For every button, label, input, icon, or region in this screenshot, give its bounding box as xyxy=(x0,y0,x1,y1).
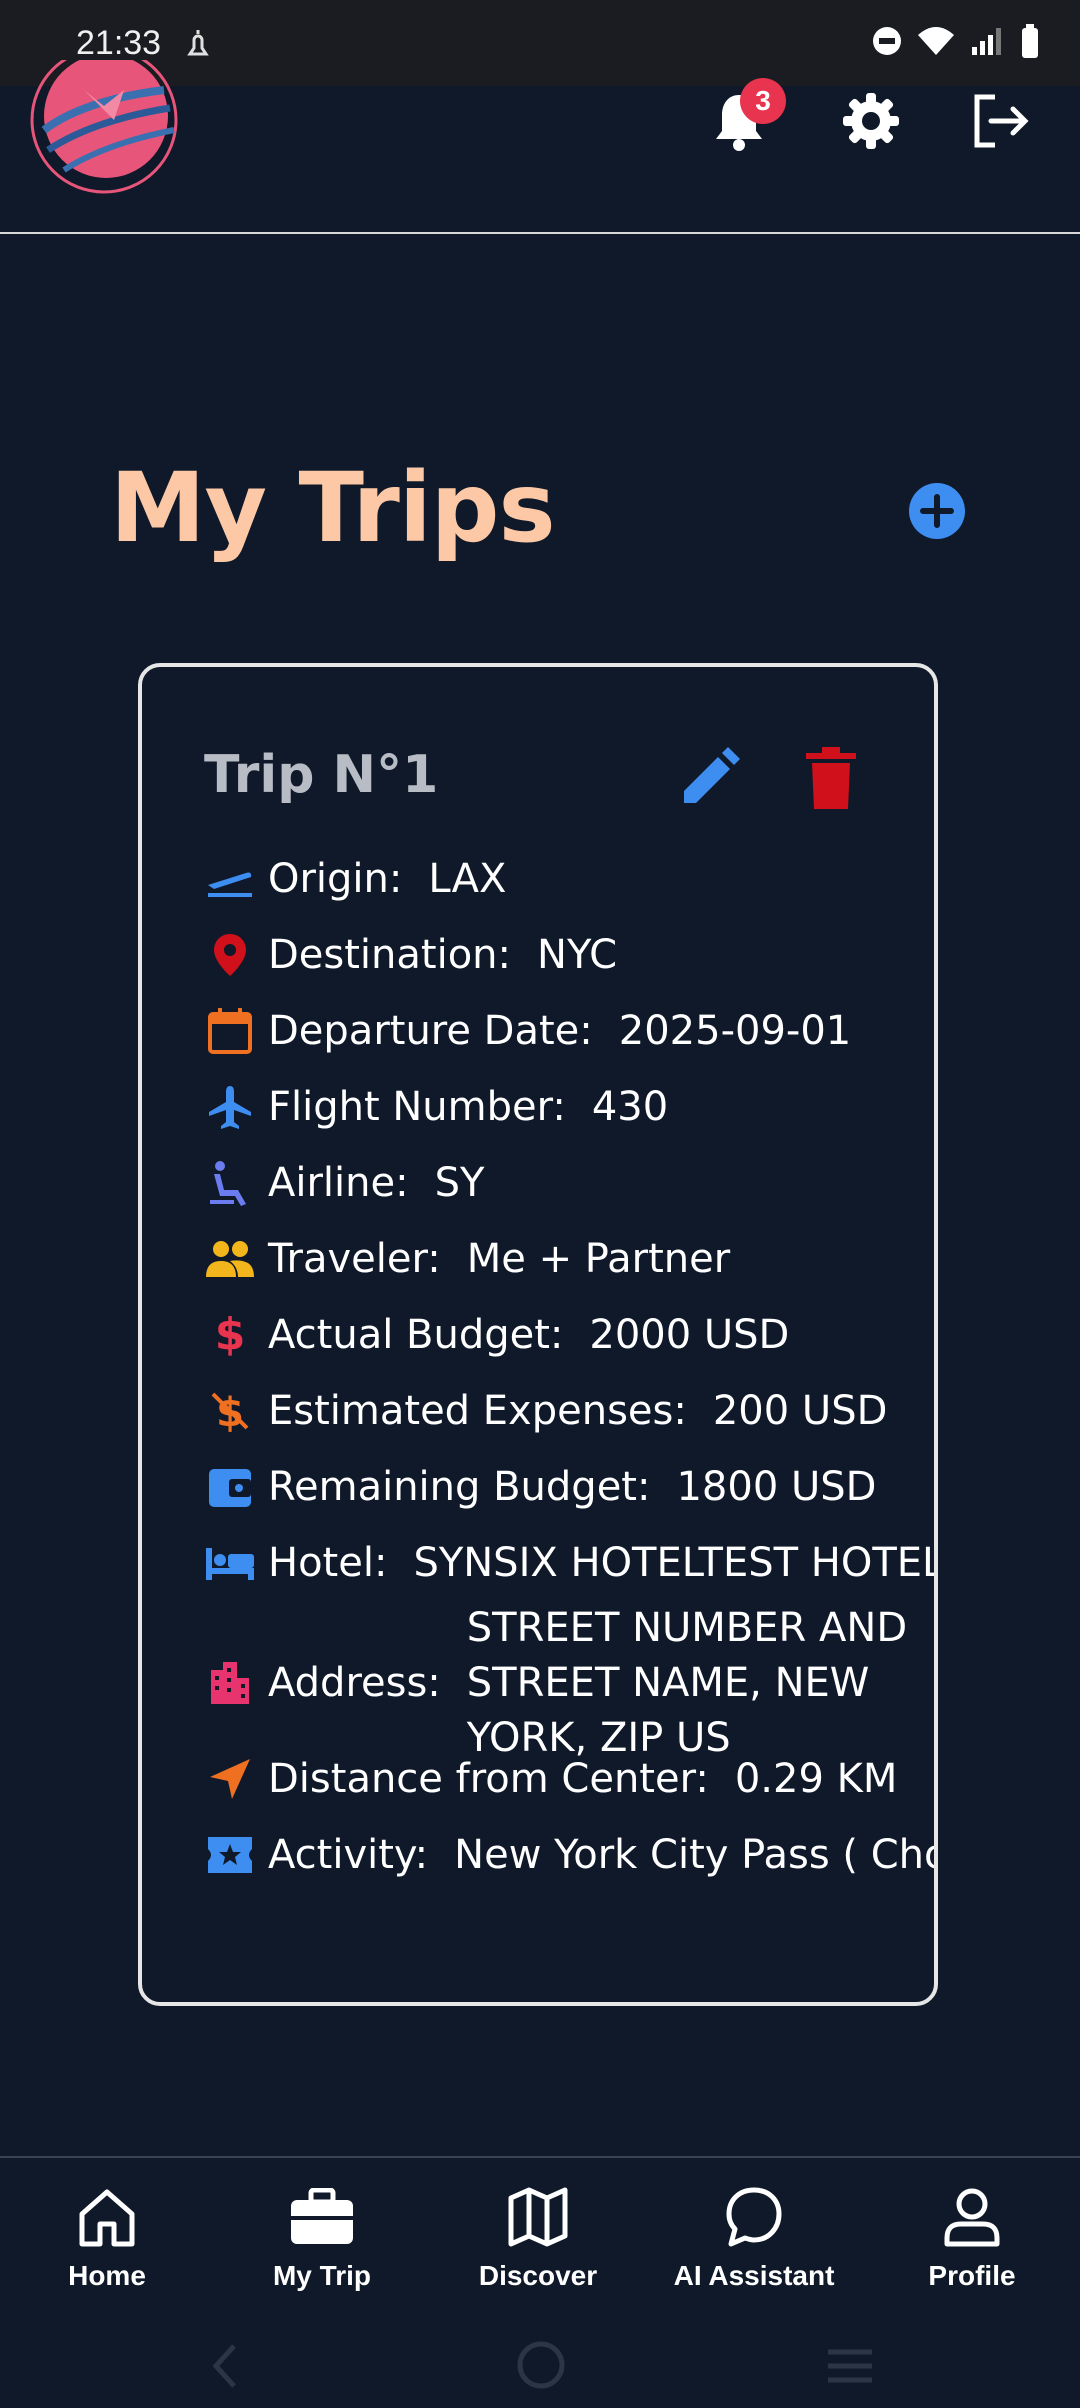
detail-row-distance: Distance from Center: 0.29 KM xyxy=(204,1753,934,1829)
trip-details: Origin: LAX Destination: NYC Departure D… xyxy=(204,853,934,1905)
header-divider xyxy=(0,232,1080,234)
page-title: My Trips xyxy=(110,452,556,564)
gear-icon xyxy=(843,93,899,149)
detail-row-flight-number: Flight Number: 430 xyxy=(204,1081,934,1157)
people-icon xyxy=(206,1241,254,1277)
home-circle-icon[interactable] xyxy=(516,2340,566,2390)
battery-icon xyxy=(1022,24,1038,58)
person-icon xyxy=(944,2188,1000,2247)
chat-bubble-icon xyxy=(726,2187,782,2247)
alarm-icon xyxy=(187,30,209,56)
nav-my-trip[interactable]: My Trip xyxy=(222,2182,422,2292)
status-icons xyxy=(872,24,1040,58)
add-trip-button[interactable] xyxy=(908,482,966,540)
back-icon[interactable] xyxy=(210,2342,240,2390)
navigation-arrow-icon xyxy=(210,1759,250,1799)
trip-title: Trip N°1 xyxy=(204,745,439,805)
detail-row-remaining-budget: Remaining Budget: 1800 USD xyxy=(204,1461,934,1537)
do-not-disturb-icon xyxy=(873,27,901,55)
settings-button[interactable] xyxy=(836,86,906,156)
detail-row-traveler: Traveler: Me + Partner xyxy=(204,1233,934,1309)
logout-icon xyxy=(974,94,1029,148)
system-navigation xyxy=(0,2318,1080,2408)
wifi-icon xyxy=(918,27,954,55)
edit-trip-button[interactable] xyxy=(678,747,740,809)
notification-badge: 3 xyxy=(740,78,786,124)
detail-row-departure-date: Departure Date: 2025-09-01 xyxy=(204,1005,934,1081)
bottom-navigation: Home My Trip Discover AI Assistant Profi… xyxy=(0,2156,1080,2320)
logout-button[interactable] xyxy=(966,86,1036,156)
bed-icon xyxy=(206,1548,254,1580)
detail-row-destination: Destination: NYC xyxy=(204,929,934,1005)
dollar-icon: $ xyxy=(214,1309,246,1360)
airplane-icon xyxy=(209,1086,251,1129)
calendar-icon xyxy=(208,1008,252,1054)
wallet-icon xyxy=(209,1469,251,1507)
nav-ai-assistant[interactable]: AI Assistant xyxy=(654,2182,854,2292)
signal-icon xyxy=(972,28,1001,55)
detail-row-actual-budget: $ Actual Budget: 2000 USD xyxy=(204,1309,934,1385)
detail-row-estimated-expenses: $ Estimated Expenses: 200 USD xyxy=(204,1385,934,1461)
building-icon xyxy=(211,1662,249,1704)
app-logo xyxy=(30,60,178,194)
location-pin-icon xyxy=(214,934,246,976)
detail-row-airline: Airline: SY xyxy=(204,1157,934,1233)
detail-row-origin: Origin: LAX xyxy=(204,853,934,929)
nav-profile[interactable]: Profile xyxy=(872,2182,1072,2292)
detail-row-activity: Activity: New York City Pass ( Cho xyxy=(204,1829,934,1905)
delete-trip-button[interactable] xyxy=(806,747,856,809)
home-icon xyxy=(79,2189,135,2247)
trip-card: Trip N°1 Origin: LAX Destination: NYC De… xyxy=(138,663,938,2006)
detail-row-address: Address: STREET NUMBER AND STREET NAME, … xyxy=(204,1605,934,1761)
ticket-star-icon xyxy=(208,1837,252,1873)
airline-seat-icon xyxy=(210,1161,246,1206)
status-time: 21:33 xyxy=(76,24,162,62)
briefcase-icon xyxy=(291,2188,353,2244)
nav-home[interactable]: Home xyxy=(7,2182,207,2292)
flight-takeoff-icon xyxy=(208,872,252,897)
nav-discover[interactable]: Discover xyxy=(438,2182,638,2292)
map-icon xyxy=(508,2187,568,2247)
money-off-icon: $ xyxy=(211,1390,249,1434)
recents-icon[interactable] xyxy=(826,2346,874,2386)
